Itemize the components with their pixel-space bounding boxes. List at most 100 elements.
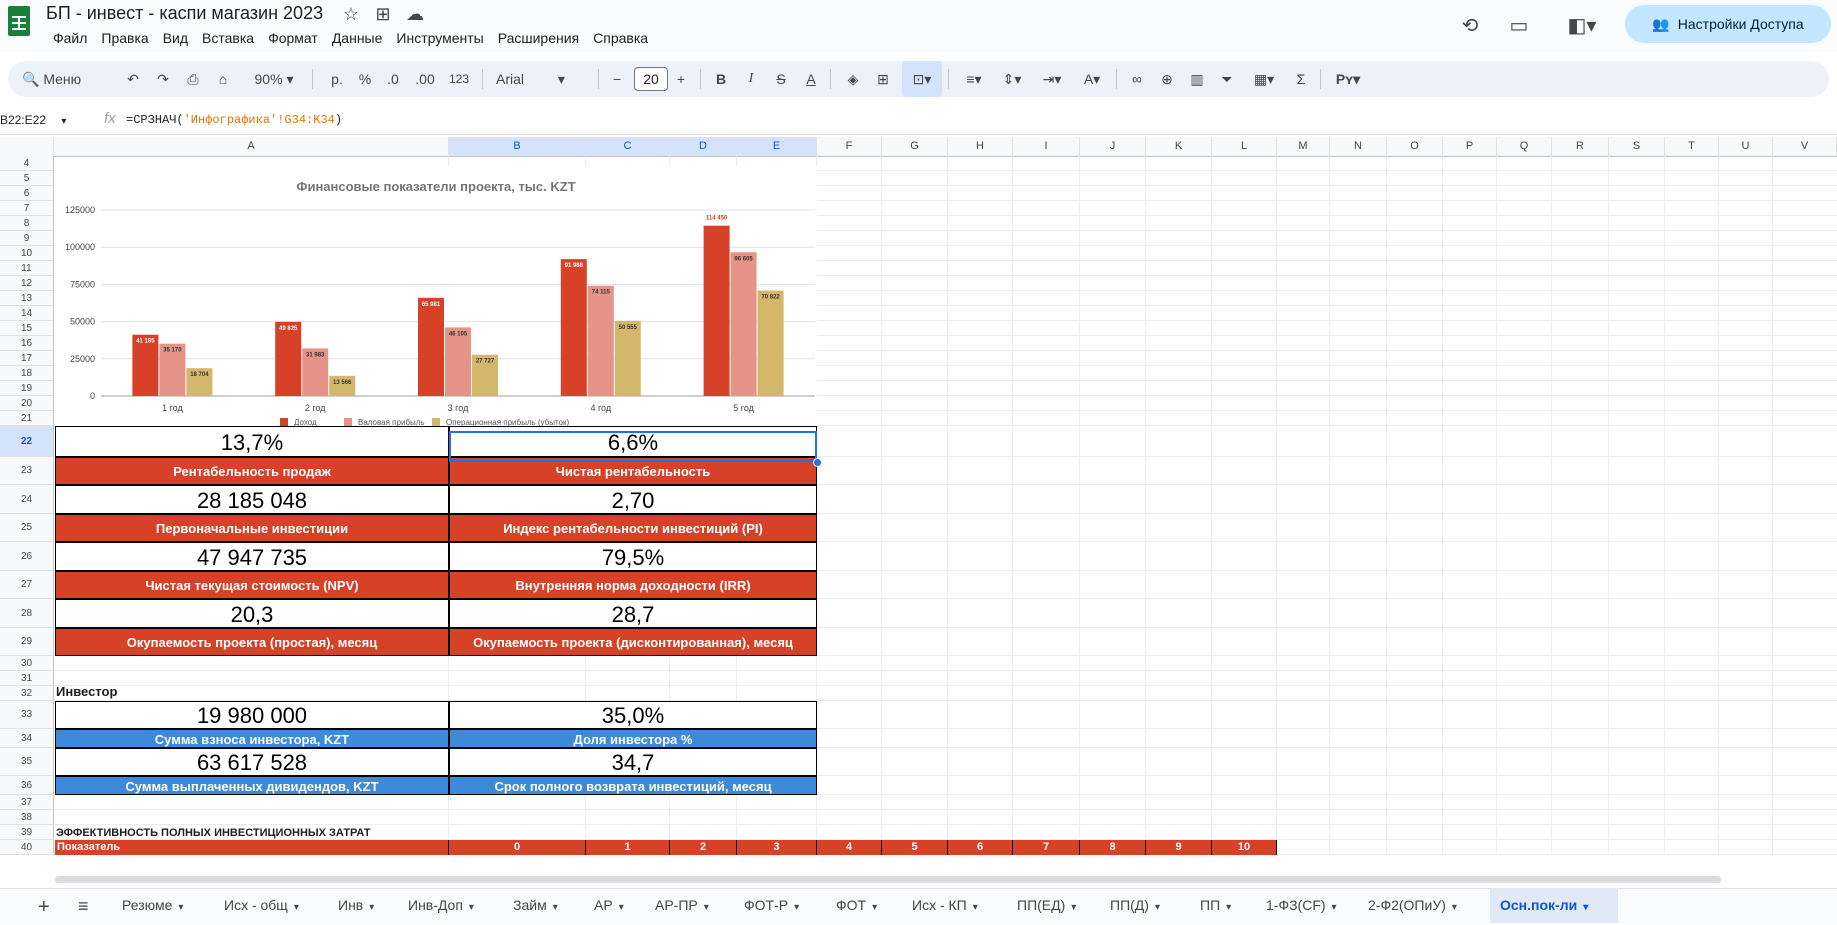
row-header-40[interactable]: 40 [0, 840, 54, 855]
row-header-29[interactable]: 29 [0, 628, 54, 656]
row-header-37[interactable]: 37 [0, 795, 54, 810]
row-header-16[interactable]: 16 [0, 336, 54, 351]
selection-range[interactable] [449, 431, 817, 462]
row-header-27[interactable]: 27 [0, 571, 54, 599]
text-rotation-icon[interactable]: A▾ [1074, 61, 1110, 97]
comments-icon[interactable]: ▭ [1503, 10, 1535, 42]
document-title[interactable]: БП - инвест - каспи магазин 2023 [46, 3, 323, 24]
row-header-10[interactable]: 10 [0, 246, 54, 261]
column-header-j[interactable]: J [1080, 137, 1146, 156]
name-box[interactable]: B22:E22 ▾ [0, 113, 66, 127]
column-header-f[interactable]: F [817, 137, 882, 156]
row-header-4[interactable]: 4 [0, 156, 54, 171]
column-header-a[interactable]: A [54, 137, 449, 156]
borders-icon[interactable]: ⊞ [870, 61, 896, 97]
meet-icon[interactable]: ◧▾ [1560, 10, 1604, 42]
percent-format-button[interactable]: % [354, 61, 376, 97]
row-header-30[interactable]: 30 [0, 656, 54, 671]
sheet-tab-5[interactable]: АР ▾ [584, 888, 645, 923]
row-header-11[interactable]: 11 [0, 261, 54, 276]
font-select[interactable]: Arial ▾ [496, 61, 586, 97]
selection-fill-handle[interactable] [813, 458, 822, 467]
text-wrapping-icon[interactable]: ⇥▾ [1032, 61, 1072, 97]
functions-icon[interactable]: Σ [1288, 61, 1314, 97]
filter-views-icon[interactable]: ▦▾ [1244, 61, 1284, 97]
sheet-tab-15[interactable]: Осн.пок-ли ▾ [1490, 888, 1618, 923]
column-header-r[interactable]: R [1552, 137, 1609, 156]
row-header-9[interactable]: 9 [0, 231, 54, 246]
fill-color-icon[interactable]: ◈ [840, 61, 866, 97]
column-header-e[interactable]: E [737, 137, 817, 156]
sheet-tab-6[interactable]: АР-ПР ▾ [645, 888, 734, 923]
column-header-p[interactable]: P [1443, 137, 1497, 156]
row-header-17[interactable]: 17 [0, 351, 54, 366]
row-header-15[interactable]: 15 [0, 321, 54, 336]
row-header-32[interactable]: 32 [0, 686, 54, 701]
filter-icon[interactable]: ⏷ [1214, 61, 1240, 97]
font-size-input[interactable]: 20 [634, 67, 668, 91]
row-header-31[interactable]: 31 [0, 671, 54, 686]
row-header-5[interactable]: 5 [0, 171, 54, 186]
sheet-tab-12[interactable]: ПП ▾ [1190, 888, 1256, 923]
increase-font-size-icon[interactable]: + [670, 61, 692, 97]
menu-7[interactable]: Расширения [491, 30, 586, 46]
column-header-d[interactable]: D [670, 137, 737, 156]
row-header-12[interactable]: 12 [0, 276, 54, 291]
column-header-c[interactable]: C [586, 137, 670, 156]
row-header-20[interactable]: 20 [0, 396, 54, 411]
column-header-u[interactable]: U [1719, 137, 1773, 156]
sheet-tab-2[interactable]: Инв ▾ [328, 888, 398, 923]
sheets-logo-icon[interactable] [8, 6, 30, 36]
column-header-m[interactable]: M [1277, 137, 1330, 156]
menu-2[interactable]: Вид [156, 30, 195, 46]
cloud-status-icon[interactable]: ☁ [404, 4, 426, 25]
undo-icon[interactable]: ↶ [120, 61, 146, 97]
input-tools-icon[interactable]: Pʏ▾ [1328, 61, 1368, 97]
column-header-l[interactable]: L [1212, 137, 1277, 156]
paint-format-icon[interactable]: ⌂ [210, 61, 236, 97]
row-header-8[interactable]: 8 [0, 216, 54, 231]
column-header-i[interactable]: I [1013, 137, 1080, 156]
row-header-36[interactable]: 36 [0, 776, 54, 795]
formula-input[interactable]: =СРЗНАЧ('Инфографика'!G34:K34) [126, 113, 342, 127]
insert-comment-icon[interactable]: ⊕ [1154, 61, 1180, 97]
column-header-s[interactable]: S [1609, 137, 1665, 156]
row-header-22[interactable]: 22 [0, 426, 54, 457]
row-header-19[interactable]: 19 [0, 381, 54, 396]
sheet-tab-10[interactable]: ПП(ЕД) ▾ [1007, 888, 1100, 923]
row-header-34[interactable]: 34 [0, 729, 54, 748]
redo-icon[interactable]: ↷ [150, 61, 176, 97]
sheet-tab-0[interactable]: Резюме ▾ [112, 888, 214, 923]
insert-link-icon[interactable]: ∞ [1124, 61, 1150, 97]
menu-1[interactable]: Правка [94, 30, 155, 46]
sheet-tab-11[interactable]: ПП(Д) ▾ [1100, 888, 1190, 923]
row-header-28[interactable]: 28 [0, 599, 54, 628]
row-header-26[interactable]: 26 [0, 542, 54, 571]
star-icon[interactable]: ☆ [340, 4, 362, 25]
column-header-b[interactable]: B [449, 137, 586, 156]
strikethrough-icon[interactable]: S [768, 61, 794, 97]
bold-icon[interactable]: B [708, 61, 734, 97]
menu-0[interactable]: Файл [46, 30, 94, 46]
financial-chart[interactable]: Финансовые показатели проекта, тыс. KZT 1… [55, 166, 817, 432]
decrease-decimal-button[interactable]: .0 [380, 61, 406, 97]
italic-icon[interactable]: I [738, 61, 764, 97]
column-header-g[interactable]: G [882, 137, 948, 156]
move-folder-icon[interactable]: ⊞ [372, 4, 394, 25]
vertical-align-icon[interactable]: ⇕▾ [994, 61, 1030, 97]
version-history-icon[interactable]: ⟲ [1454, 10, 1486, 42]
decrease-font-size-icon[interactable]: − [606, 61, 628, 97]
column-header-o[interactable]: O [1387, 137, 1443, 156]
menu-5[interactable]: Данные [325, 30, 390, 46]
row-header-23[interactable]: 23 [0, 457, 54, 485]
menu-3[interactable]: Вставка [195, 30, 261, 46]
menu-6[interactable]: Инструменты [389, 30, 490, 46]
text-color-icon[interactable]: A [798, 61, 824, 97]
row-header-24[interactable]: 24 [0, 485, 54, 514]
row-header-38[interactable]: 38 [0, 810, 54, 825]
row-header-39[interactable]: 39 [0, 825, 54, 840]
sheet-tab-9[interactable]: Исх - КП ▾ [902, 888, 1007, 923]
row-header-18[interactable]: 18 [0, 366, 54, 381]
row-header-7[interactable]: 7 [0, 201, 54, 216]
select-all-corner[interactable] [0, 137, 54, 156]
